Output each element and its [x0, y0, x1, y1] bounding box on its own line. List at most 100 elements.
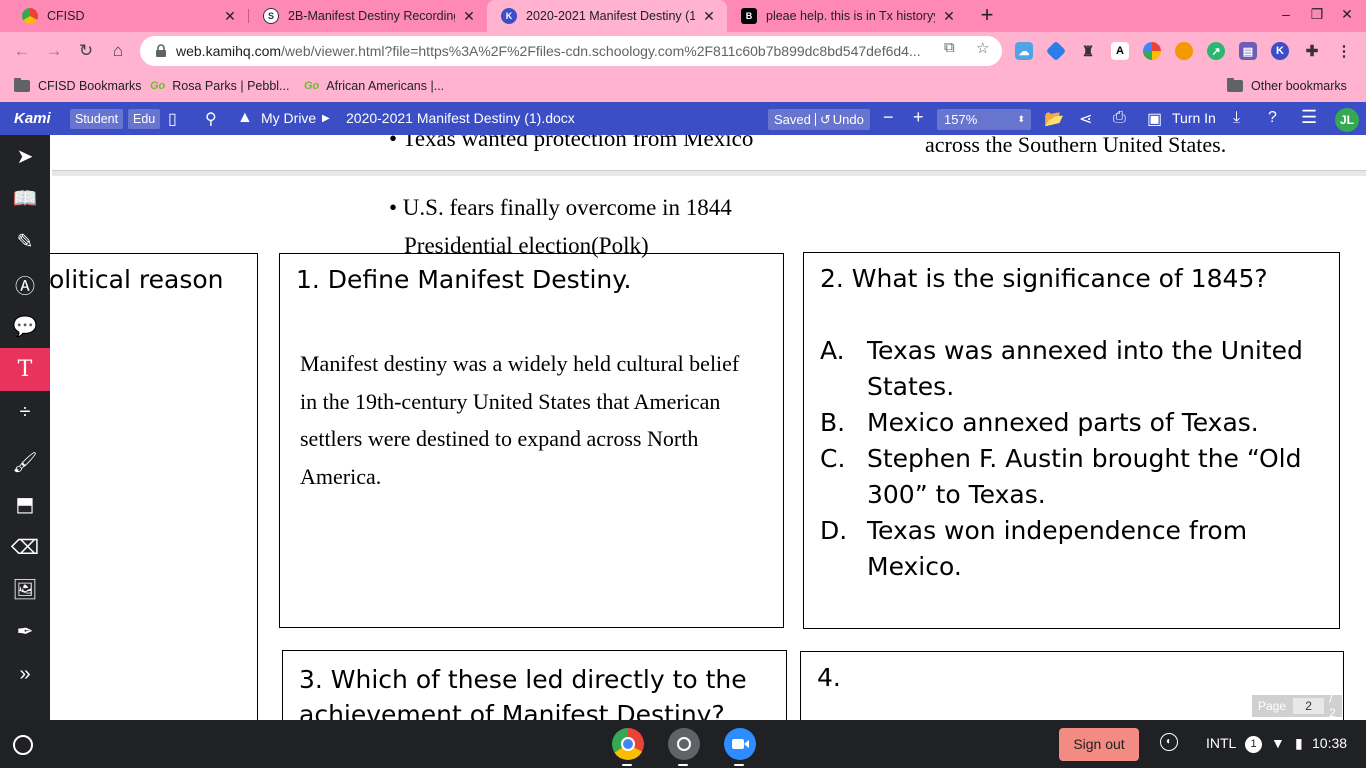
menu-icon[interactable]: ☰ — [1301, 107, 1317, 128]
eraser-tool-icon[interactable]: ⌫ — [0, 526, 50, 569]
question-1-box: 1. Define Manifest Destiny. Manifest des… — [279, 253, 784, 628]
home-icon[interactable]: ⌂ — [106, 40, 130, 64]
chrome-app-icon[interactable] — [612, 728, 644, 760]
signature-tool-icon[interactable]: ✒ — [0, 610, 50, 653]
tab-kami[interactable]: K 2020-2021 Manifest Destiny (1) ✕ — [487, 0, 727, 32]
zoom-select[interactable]: 157% ⬍ — [937, 109, 1031, 130]
open-in-new-icon[interactable]: ⧉ — [944, 39, 955, 56]
text-southern-us: across the Southern United States. — [925, 135, 1227, 157]
clock[interactable]: 10:38 — [1312, 735, 1347, 751]
search-icon[interactable]: ⚲ — [205, 109, 217, 129]
sidebar-toggle-icon[interactable]: ▯ — [168, 109, 177, 129]
extension-robot-icon[interactable]: ♜ — [1079, 42, 1097, 60]
option-text: Texas won independence from Mexico. — [867, 516, 1248, 581]
question-2-options: A. Texas was annexed into the United Stat… — [820, 333, 1310, 585]
zoom-in-icon[interactable]: + — [913, 107, 924, 128]
option-a[interactable]: A. Texas was annexed into the United Stat… — [820, 333, 1310, 405]
folder-icon — [14, 78, 30, 92]
drawing-tool-icon[interactable]: 🖌 — [0, 441, 50, 484]
pebblego-icon: Go — [150, 80, 166, 92]
tab-cfisd[interactable]: CFISD ✕ — [8, 0, 248, 32]
reload-icon[interactable]: ↻ — [74, 40, 98, 64]
address-bar[interactable]: web.kamihq.com/web/viewer.html?file=http… — [140, 36, 1002, 66]
wifi-icon[interactable]: ▼ — [1271, 735, 1285, 751]
option-b[interactable]: B. Mexico annexed parts of Texas. — [820, 405, 1310, 441]
extension-on-icon[interactable] — [1175, 42, 1193, 60]
page-total: / 2 — [1329, 692, 1336, 720]
other-bookmarks[interactable]: Other bookmarks — [1227, 77, 1347, 95]
option-c[interactable]: C. Stephen F. Austin brought the “Old 300… — [820, 441, 1310, 513]
extension-color-icon[interactable] — [1143, 42, 1161, 60]
kami-icon: K — [501, 8, 517, 24]
option-letter: B. — [820, 408, 846, 437]
question-1-answer[interactable]: Manifest destiny was a widely held cultu… — [300, 345, 750, 496]
close-icon[interactable]: ✕ — [941, 8, 957, 25]
save-status: Saved ↺ Undo — [768, 109, 870, 130]
close-window-icon[interactable]: ✕ — [1337, 6, 1357, 23]
tab-schoology[interactable]: S 2B-Manifest Destiny Recording D ✕ — [249, 0, 487, 32]
help-icon[interactable]: ? — [1268, 109, 1277, 127]
turn-in-icon[interactable]: ▣ — [1147, 109, 1162, 129]
comment-tool-icon[interactable]: 💬 — [0, 305, 50, 348]
image-tool-icon[interactable]: 🖼 — [0, 568, 50, 611]
extension-pdf-icon[interactable]: ▤ — [1239, 42, 1257, 60]
my-drive-link[interactable]: My Drive — [261, 110, 316, 126]
sign-out-button[interactable]: Sign out — [1059, 728, 1139, 761]
more-menu-icon[interactable]: ⋮ — [1335, 42, 1353, 60]
highlight-tool-icon[interactable]: Ⓐ — [0, 263, 50, 306]
bookmark-rosa-parks[interactable]: Go Rosa Parks | Pebbl... — [150, 77, 289, 95]
question-2-title: 2. What is the significance of 1845? — [820, 264, 1268, 293]
shapes-tool-icon[interactable]: ⬒ — [0, 483, 50, 526]
minimize-icon[interactable]: – — [1276, 6, 1296, 22]
text-tool-icon[interactable]: T — [0, 348, 50, 391]
new-tab-button[interactable]: + — [975, 4, 999, 28]
extension-compass-icon[interactable]: ↗ — [1207, 42, 1225, 60]
avatar[interactable]: JL — [1335, 108, 1359, 132]
print-icon[interactable]: ⎙ — [1113, 109, 1126, 127]
camera-app-icon[interactable] — [668, 728, 700, 760]
select-tool-icon[interactable]: ➤ — [0, 135, 50, 178]
option-d[interactable]: D. Texas won independence from Mexico. — [820, 513, 1310, 585]
folder-icon — [1227, 78, 1243, 92]
launcher-icon[interactable] — [13, 735, 33, 755]
spinner-icon: ⬍ — [1017, 114, 1025, 124]
option-letter: A. — [820, 336, 845, 365]
running-indicator — [678, 764, 688, 766]
extensions-puzzle-icon[interactable]: ✚ — [1303, 42, 1321, 60]
close-icon[interactable]: ✕ — [701, 8, 717, 25]
equation-tool-icon[interactable]: ÷ — [0, 391, 50, 434]
close-icon[interactable]: ✕ — [222, 8, 238, 25]
markup-tool-icon[interactable]: ✎ — [0, 220, 50, 263]
close-icon[interactable]: ✕ — [461, 8, 477, 25]
tab-brainly[interactable]: B pleae help. this is in Tx historyyy ✕ — [727, 0, 967, 32]
bookmark-african-americans[interactable]: Go African Americans |... — [304, 77, 444, 95]
dictionary-tool-icon[interactable]: 📖 — [0, 177, 50, 220]
battery-icon[interactable]: ▮ — [1295, 735, 1303, 752]
left-box: olitical reason — [50, 253, 258, 720]
extension-cloud-icon[interactable]: ☁ — [1015, 42, 1033, 60]
zoom-out-icon[interactable]: − — [883, 107, 894, 128]
option-text: Stephen F. Austin brought the “Old 300” … — [867, 444, 1302, 509]
forward-icon[interactable]: → — [42, 40, 66, 64]
accessibility-icon[interactable]: ◐ — [1160, 733, 1178, 751]
bookmark-cfisd[interactable]: CFISD Bookmarks — [14, 77, 142, 95]
extension-kami-icon[interactable]: K — [1271, 42, 1289, 60]
download-icon[interactable]: ⤓ — [1233, 109, 1240, 127]
restore-icon[interactable]: ❐ — [1307, 6, 1327, 23]
back-icon[interactable]: ← — [10, 40, 34, 64]
extension-a-icon[interactable]: A — [1111, 42, 1129, 60]
question-3-box: 3. Which of these led directly to the ac… — [282, 650, 787, 720]
schoology-icon: S — [263, 8, 279, 24]
turn-in-button[interactable]: Turn In — [1172, 110, 1216, 126]
page-number-input[interactable]: 2 — [1293, 698, 1325, 714]
bookmark-star-icon[interactable]: ☆ — [976, 39, 989, 57]
expand-tools-icon[interactable]: » — [0, 653, 50, 696]
open-folder-icon[interactable]: 📂 — [1044, 109, 1064, 129]
share-icon[interactable]: ⋖ — [1079, 109, 1092, 129]
undo-button[interactable]: Undo — [833, 112, 864, 127]
option-letter: C. — [820, 444, 846, 473]
notification-badge[interactable]: 1 — [1245, 736, 1262, 753]
divider — [814, 113, 816, 126]
zoom-app-icon[interactable] — [724, 728, 756, 760]
keyboard-layout[interactable]: INTL — [1206, 735, 1236, 751]
